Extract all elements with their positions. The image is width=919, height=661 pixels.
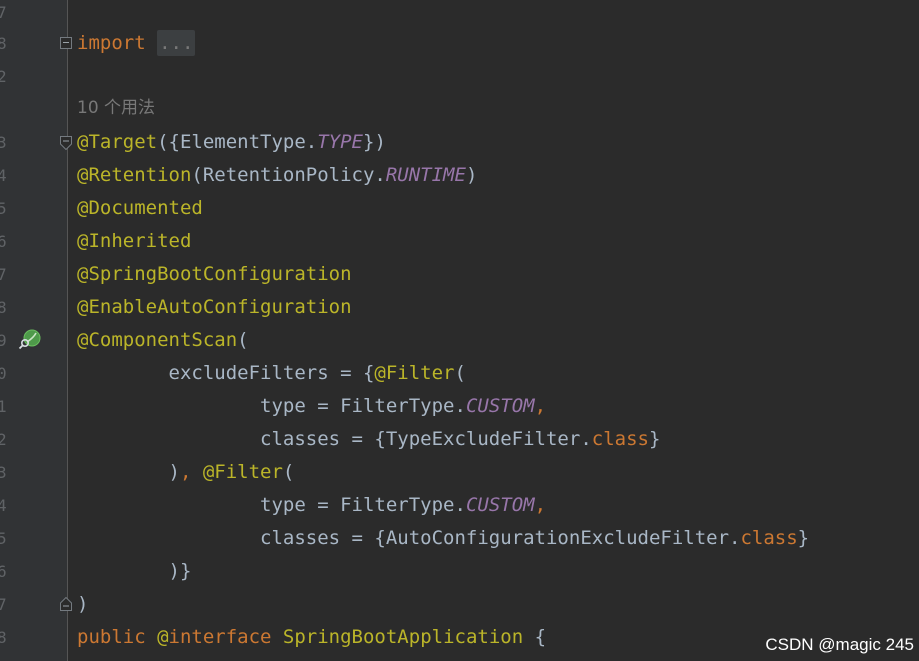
line-number: 6: [0, 562, 7, 581]
annotation: @ComponentScan: [77, 329, 238, 351]
line-number: 5: [0, 529, 7, 548]
code-line: @EnableAutoConfiguration: [77, 291, 352, 324]
line-number: 8: [0, 298, 7, 317]
line-number: 4: [0, 496, 7, 515]
annotation: @Filter: [202, 461, 283, 483]
code-text: (: [454, 362, 466, 384]
line-number: 8: [0, 628, 7, 647]
line-number: 6: [0, 232, 7, 251]
code-text: (RetentionPolicy.: [191, 164, 386, 186]
code-line: public @interface SpringBootApplication …: [77, 621, 546, 654]
line-number: 9: [0, 331, 7, 350]
fold-icon[interactable]: [60, 136, 72, 150]
code-text: {: [523, 626, 547, 648]
code-text: (: [282, 461, 295, 483]
code-text: classes = {TypeExcludeFilter.: [77, 428, 592, 450]
code-text: )}: [77, 560, 192, 582]
line-number: 3: [0, 463, 7, 482]
punctuation: ,: [534, 395, 547, 417]
line-number: 5: [0, 199, 7, 218]
code-line: @Retention(RetentionPolicy.RUNTIME): [77, 159, 477, 192]
code-text: type = FilterType.: [77, 494, 466, 516]
code-text: ): [77, 461, 180, 483]
line-number: 2: [0, 430, 7, 449]
code-text: ({ElementType.: [157, 131, 318, 153]
usage-hint[interactable]: 10 个用法: [77, 92, 155, 125]
code-line: type = FilterType.CUSTOM,: [77, 390, 546, 423]
code-line: )}: [77, 555, 192, 588]
annotation: @Target: [77, 131, 158, 153]
class-name: SpringBootApplication: [282, 626, 524, 648]
code-text: (: [237, 329, 249, 351]
code-text: ): [465, 164, 478, 186]
spring-bean-icon[interactable]: [18, 328, 42, 352]
watermark: CSDN @magic 245: [765, 635, 914, 654]
fold-icon[interactable]: [60, 597, 72, 611]
line-number: 7: [0, 265, 7, 284]
code-text: }: [648, 428, 661, 450]
constant: CUSTOM: [465, 494, 535, 516]
code-line: ): [77, 588, 88, 621]
annotation: @Documented: [77, 197, 203, 219]
code-text: }): [363, 131, 386, 153]
code-text: classes = {AutoConfigurationExcludeFilte…: [77, 527, 741, 549]
line-number: 4: [0, 166, 7, 185]
annotation: @Filter: [374, 362, 455, 384]
annotation: @EnableAutoConfiguration: [77, 296, 352, 318]
code-line: @Inherited: [77, 225, 191, 258]
line-number: 8: [0, 34, 7, 53]
annotation: @Retention: [77, 164, 192, 186]
code-text: ): [77, 593, 89, 615]
constant: TYPE: [317, 131, 363, 153]
punctuation: ,: [179, 461, 203, 483]
line-number: 7: [0, 3, 7, 22]
constant: RUNTIME: [385, 164, 466, 186]
line-number: 0: [0, 364, 7, 383]
code-line: @Target({ElementType.TYPE}): [77, 126, 386, 159]
annotation: @: [157, 626, 169, 648]
interface-keyword: interface: [168, 626, 283, 648]
editor-gutter: 7 8 2 3 4 5 6 7 8 9 0 1 2 3 4 5 6 7 8: [0, 0, 68, 661]
code-line: @Documented: [77, 192, 203, 225]
fold-icon[interactable]: [60, 37, 72, 49]
class-keyword: class: [591, 428, 649, 450]
code-line: type = FilterType.CUSTOM,: [77, 489, 546, 522]
import-keyword: import: [77, 32, 146, 54]
public-keyword: public: [77, 626, 158, 648]
code-editor[interactable]: 7 8 2 3 4 5 6 7 8 9 0 1 2 3 4 5 6 7 8 1 0: [0, 0, 919, 661]
annotation: @SpringBootConfiguration: [77, 263, 352, 285]
annotation: @Inherited: [77, 230, 192, 252]
punctuation: ,: [534, 494, 547, 516]
code-line: ), @Filter(: [77, 456, 295, 489]
line-number: 2: [0, 67, 7, 86]
line-number: 7: [0, 595, 7, 614]
constant: CUSTOM: [465, 395, 535, 417]
code-line: classes = {TypeExcludeFilter.class}: [77, 423, 660, 456]
code-line: @ComponentScan(: [77, 324, 249, 357]
code-line: excludeFilters = {@Filter(: [77, 357, 466, 390]
folded-imports[interactable]: ...: [157, 30, 196, 56]
code-line: classes = {AutoConfigurationExcludeFilte…: [77, 522, 809, 555]
code-text: type = FilterType.: [77, 395, 466, 417]
code-text: }: [797, 527, 810, 549]
line-number: 1: [0, 397, 7, 416]
code-line: import ...: [77, 27, 196, 60]
class-keyword: class: [740, 527, 798, 549]
code-line: @SpringBootConfiguration: [77, 258, 352, 291]
code-text: excludeFilters = {: [77, 362, 375, 384]
line-number: 3: [0, 133, 7, 152]
